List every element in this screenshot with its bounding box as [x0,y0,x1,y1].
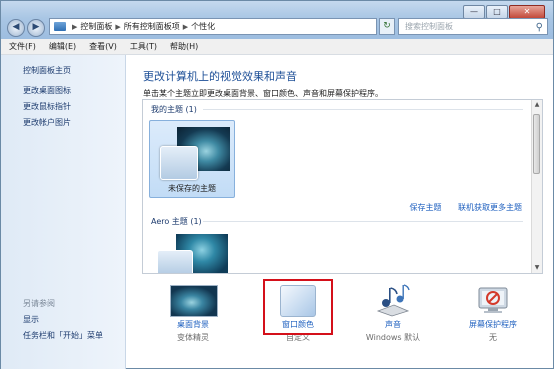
group-divider [203,221,523,222]
search-input[interactable]: 搜索控制面板 ⚲ [398,18,548,35]
page-title: 更改计算机上的视觉效果和声音 [143,70,297,83]
sound-icon [376,284,410,317]
forward-arrow-icon[interactable]: ▶ [27,19,45,37]
window-controls: — □ ✕ [462,5,545,19]
theme-window-color-preview [160,146,198,180]
left-task-pane: 控制面板主页 更改桌面图标 更改鼠标指针 更改帐户图片 另请参阅 显示 任务栏和… [1,55,126,369]
search-placeholder: 搜索控制面板 [405,22,453,31]
theme-list-scrollbar[interactable]: ▲ ▼ [531,100,542,273]
breadcrumb-chevron-icon: ▶ [182,22,189,31]
highlight-box [263,279,333,335]
breadcrumb-all-items[interactable]: 所有控制面板项 [124,21,180,32]
page-description: 单击某个主题立即更改桌面背景、窗口颜色、声音和屏幕保护程序。 [143,89,383,98]
group-label-aero-themes: Aero 主题 (1) [151,217,202,226]
screensaver-icon [478,287,508,313]
group-label-my-themes: 我的主题 (1) [151,105,197,114]
change-account-picture-link[interactable]: 更改帐户图片 [23,117,71,128]
scrollbar-thumb[interactable] [533,114,540,174]
aero-window-color-preview [157,250,193,273]
maximize-button[interactable]: □ [486,5,508,19]
screensaver-value: 无 [489,333,497,342]
theme-list[interactable]: 我的主题 (1) 未保存的主题 保存主题 联机获取更多主题 Aero 主题 (1… [142,99,543,274]
control-panel-home-link[interactable]: 控制面板主页 [23,65,71,76]
group-divider [203,109,523,110]
desktop-background-label[interactable]: 桌面背景 [153,319,233,330]
menu-view[interactable]: 查看(V) [89,41,117,52]
address-bar[interactable]: ▶ 控制面板 ▶ 所有控制面板项 ▶ 个性化 [49,18,377,35]
breadcrumb-chevron-icon: ▶ [72,22,78,31]
minimize-button[interactable]: — [463,5,485,19]
breadcrumb-chevron-icon: ▶ [115,22,121,31]
menu-help[interactable]: 帮助(H) [170,41,198,52]
taskbar-start-menu-link[interactable]: 任务栏和「开始」菜单 [23,330,103,341]
change-desktop-icons-link[interactable]: 更改桌面图标 [23,85,71,96]
back-arrow-icon[interactable]: ◀ [7,19,25,37]
see-also-heading: 另请参阅 [23,299,55,308]
menu-edit[interactable]: 编辑(E) [49,41,76,52]
scroll-down-arrow-icon[interactable]: ▼ [532,263,542,273]
sound-label[interactable]: 声音 [353,319,433,330]
sound-value: Windows 默认 [365,333,421,342]
personalization-window: — □ ✕ ◀ ▶ ▶ 控制面板 ▶ 所有控制面板项 ▶ 个性化 ↻ 搜索控制面… [0,0,554,369]
close-button[interactable]: ✕ [509,5,545,19]
title-bar: — □ ✕ ◀ ▶ ▶ 控制面板 ▶ 所有控制面板项 ▶ 个性化 ↻ 搜索控制面… [1,1,553,39]
breadcrumb-control-panel[interactable]: 控制面板 [80,21,112,32]
control-panel-icon [54,22,66,31]
get-more-themes-link[interactable]: 联机获取更多主题 [458,203,522,212]
scroll-up-arrow-icon[interactable]: ▲ [532,100,542,110]
theme-name: 未保存的主题 [168,184,216,193]
theme-item-unsaved[interactable]: 未保存的主题 [149,120,235,198]
screensaver-label[interactable]: 屏幕保护程序 [453,319,533,330]
menu-bar: 文件(F) 编辑(E) 查看(V) 工具(T) 帮助(H) [1,39,553,55]
display-link[interactable]: 显示 [23,314,39,325]
search-icon[interactable]: ⚲ [536,20,543,35]
menu-file[interactable]: 文件(F) [9,41,36,52]
menu-tools[interactable]: 工具(T) [130,41,157,52]
save-theme-link[interactable]: 保存主题 [409,203,441,212]
theme-actions: 保存主题 联机获取更多主题 [395,202,522,213]
change-mouse-pointers-link[interactable]: 更改鼠标指针 [23,101,71,112]
refresh-icon[interactable]: ↻ [379,18,395,35]
breadcrumb-personalization[interactable]: 个性化 [191,21,215,32]
desktop-background-icon [170,285,218,317]
desktop-background-value: 变体精灵 [177,333,209,342]
